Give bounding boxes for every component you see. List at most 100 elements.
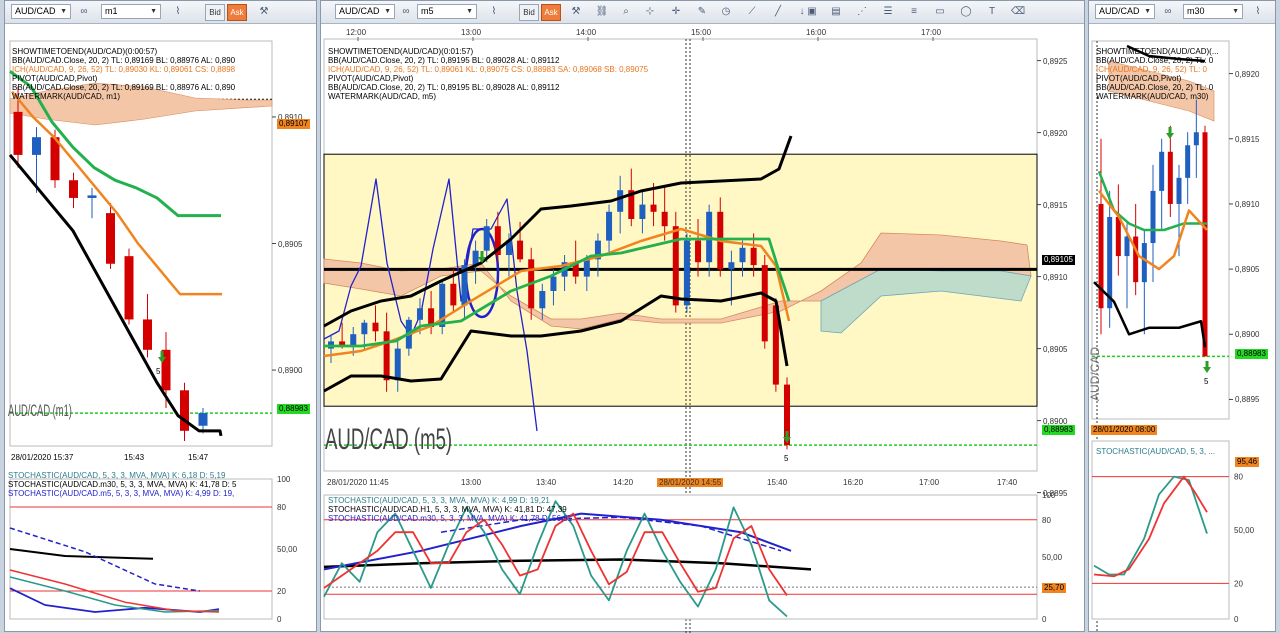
chart-window-m30: AUD/CAD ▼ ∞ m30 ▼ ⌇ AUD/CAD 80 50,00 20 0 SHOW… xyxy=(1088,0,1276,633)
indicator-line: WATERMARK(AUD/CAD, m1) xyxy=(12,92,120,101)
price-tick-label: 0,8900 xyxy=(1235,330,1260,340)
candle xyxy=(1098,203,1104,309)
time-label: 28/01/2020 15:37 xyxy=(11,453,74,462)
indicator-line: BB(AUD/CAD.Close, 20, 2) TL: 0,89169 BL:… xyxy=(12,56,236,65)
candle xyxy=(450,283,457,306)
stochastic-tick-label: 80 xyxy=(1234,473,1243,482)
price-tick-label: 0,8895 xyxy=(1043,488,1068,498)
time-label: 15:47 xyxy=(188,453,209,462)
price-tick-label: 0,8915 xyxy=(1235,134,1260,144)
indicator-legend: SHOWTIMETOEND(AUD/CAD)(... BB(AUD/CAD.Clo… xyxy=(1096,47,1219,101)
candle xyxy=(383,331,390,381)
candle xyxy=(143,319,152,350)
stochastic-line: STOCHASTIC(AUD/CAD.m5, 5, 3, 3, MVA, MVA… xyxy=(8,489,235,498)
time-label: 28/01/2020 08:00 xyxy=(1091,425,1158,435)
top-time-label: 12:00 xyxy=(346,28,367,37)
current-price-tag: 0,88983 xyxy=(1235,349,1268,359)
top-time-label: 16:00 xyxy=(806,28,827,37)
candle xyxy=(583,259,590,277)
candle xyxy=(1176,177,1182,204)
candle xyxy=(394,348,401,381)
watermark: AUD/CAD xyxy=(1089,347,1102,401)
price-tick-label: 0,8915 xyxy=(1043,200,1068,210)
stochastic-tick-label: 80 xyxy=(277,503,286,512)
candle xyxy=(416,308,423,320)
stochastic-line: STOCHASTIC(AUD/CAD.m30, 5, 3, 3, MVA, MV… xyxy=(8,480,237,489)
candle xyxy=(361,322,368,335)
stochastic-line: STOCHASTIC(AUD/CAD.H1, 5, 3, 3, MVA, MVA… xyxy=(328,505,567,514)
top-time-label: 14:00 xyxy=(576,28,597,37)
indicator-line: SHOWTIMETOEND(AUD/CAD)(0:00:57) xyxy=(12,47,158,56)
stochastic-tick-label: 20 xyxy=(1234,579,1243,588)
candle xyxy=(1167,151,1173,204)
candle xyxy=(1115,216,1121,257)
indicator-line: BB(AUD/CAD.Close, 20, 2) TL: 0 xyxy=(1096,56,1214,65)
bottom-time-label: 28/01/2020 14:55 xyxy=(657,478,724,487)
price-tick-label: 0,8925 xyxy=(1043,56,1068,66)
candle xyxy=(1185,145,1191,178)
stochastic-tick-label: 80 xyxy=(1042,516,1051,525)
indicator-line: WATERMARK(AUD/CAD, m5) xyxy=(328,92,436,101)
candle xyxy=(1202,132,1208,357)
stochastic-tick-label: 20 xyxy=(277,587,286,596)
price-tick-label: 0,8905 xyxy=(278,239,303,249)
candle xyxy=(695,240,702,263)
candle xyxy=(1150,190,1156,244)
candle xyxy=(106,213,115,264)
stochastic-legend: STOCHASTIC(AUD/CAD, 5, 3, 3, MVA, MVA) K… xyxy=(8,471,237,498)
stochastic-tick-label: 0 xyxy=(1234,615,1239,624)
price-tick-label: 0,8895 xyxy=(1235,395,1260,405)
candle xyxy=(483,226,490,251)
price-tick-label: 0,8910 xyxy=(1043,272,1068,282)
candle xyxy=(372,322,379,332)
price-tick-label: 0,8910 xyxy=(1235,199,1260,209)
bottom-time-label: 17:40 xyxy=(997,478,1018,487)
indicator-legend: SHOWTIMETOEND(AUD/CAD)(0:00:57) BB(AUD/CA… xyxy=(12,47,235,101)
candle xyxy=(606,211,613,241)
stochastic-line: STOCHASTIC(AUD/CAD, 5, 3, 3, MVA, MVA) K… xyxy=(8,471,226,480)
indicator-line: ICH(AUD/CAD, 9, 26, 52) TL: 0,89061 KL: … xyxy=(328,65,649,74)
top-time-label: 13:00 xyxy=(461,28,482,37)
current-price-tag: 0,88983 xyxy=(277,404,310,414)
candle xyxy=(1133,236,1139,283)
indicator-line: BB(AUD/CAD.Close, 20, 2) TL: 0,89169 BL:… xyxy=(12,83,236,92)
candle xyxy=(550,276,557,291)
bottom-time-label: 16:20 xyxy=(843,478,864,487)
stochastic-pane xyxy=(1091,440,1230,620)
stochastic-legend: STOCHASTIC(AUD/CAD, 5, 3, ... xyxy=(1096,447,1215,456)
candle xyxy=(32,137,41,155)
candle xyxy=(761,265,768,342)
price-tick-label: 0,8900 xyxy=(278,366,303,376)
candle xyxy=(728,262,735,270)
candle xyxy=(661,211,668,227)
candle xyxy=(87,195,97,198)
indicator-line: PIVOT(AUD/CAD,Pivot) xyxy=(1096,74,1182,83)
indicator-line: ICH(AUD/CAD, 9, 26, 52) TL: 0,89030 KL: … xyxy=(12,65,236,74)
candle xyxy=(13,111,23,155)
watermark: AUD/CAD (m5) xyxy=(325,423,453,456)
candle xyxy=(1193,132,1199,146)
candle xyxy=(650,204,657,212)
candle xyxy=(750,247,757,266)
candle xyxy=(180,390,189,431)
stochastic-tick-label: 0 xyxy=(1042,615,1047,624)
price-tick-label: 0,8905 xyxy=(1043,344,1068,354)
bottom-time-label: 13:00 xyxy=(461,478,482,487)
watermark: AUD/CAD (m1) xyxy=(8,401,72,420)
indicator-line: SHOWTIMETOEND(AUD/CAD)(... xyxy=(1096,47,1219,56)
price-tick-label: 0,8920 xyxy=(1043,128,1068,138)
signal-label: 5 xyxy=(784,454,789,463)
candle xyxy=(1159,151,1165,191)
indicator-line: BB(AUD/CAD.Close, 20, 2) TL: 0,89195 BL:… xyxy=(328,56,560,65)
chart-window-m1: AUD/CAD ▼ ∞ m1 ▼ ⌇ Bid Ask ⚒ 100 80 50,00 20 0… xyxy=(4,0,317,632)
candle xyxy=(1141,243,1147,283)
bottom-time-label: 28/01/2020 11:45 xyxy=(327,478,389,487)
indicator-line: SHOWTIMETOEND(AUD/CAD)(0:01:57) xyxy=(328,47,474,56)
time-label: 15:43 xyxy=(124,453,145,462)
indicator-line: PIVOT(AUD/CAD,Pivot) xyxy=(12,74,98,83)
bottom-time-label: 15:40 xyxy=(767,478,788,487)
candle xyxy=(672,226,679,306)
stochastic-pane xyxy=(9,478,273,620)
stochastic-line: STOCHASTIC(AUD/CAD, 5, 3, 3, MVA, MVA) K… xyxy=(328,496,550,505)
candle xyxy=(517,240,524,260)
